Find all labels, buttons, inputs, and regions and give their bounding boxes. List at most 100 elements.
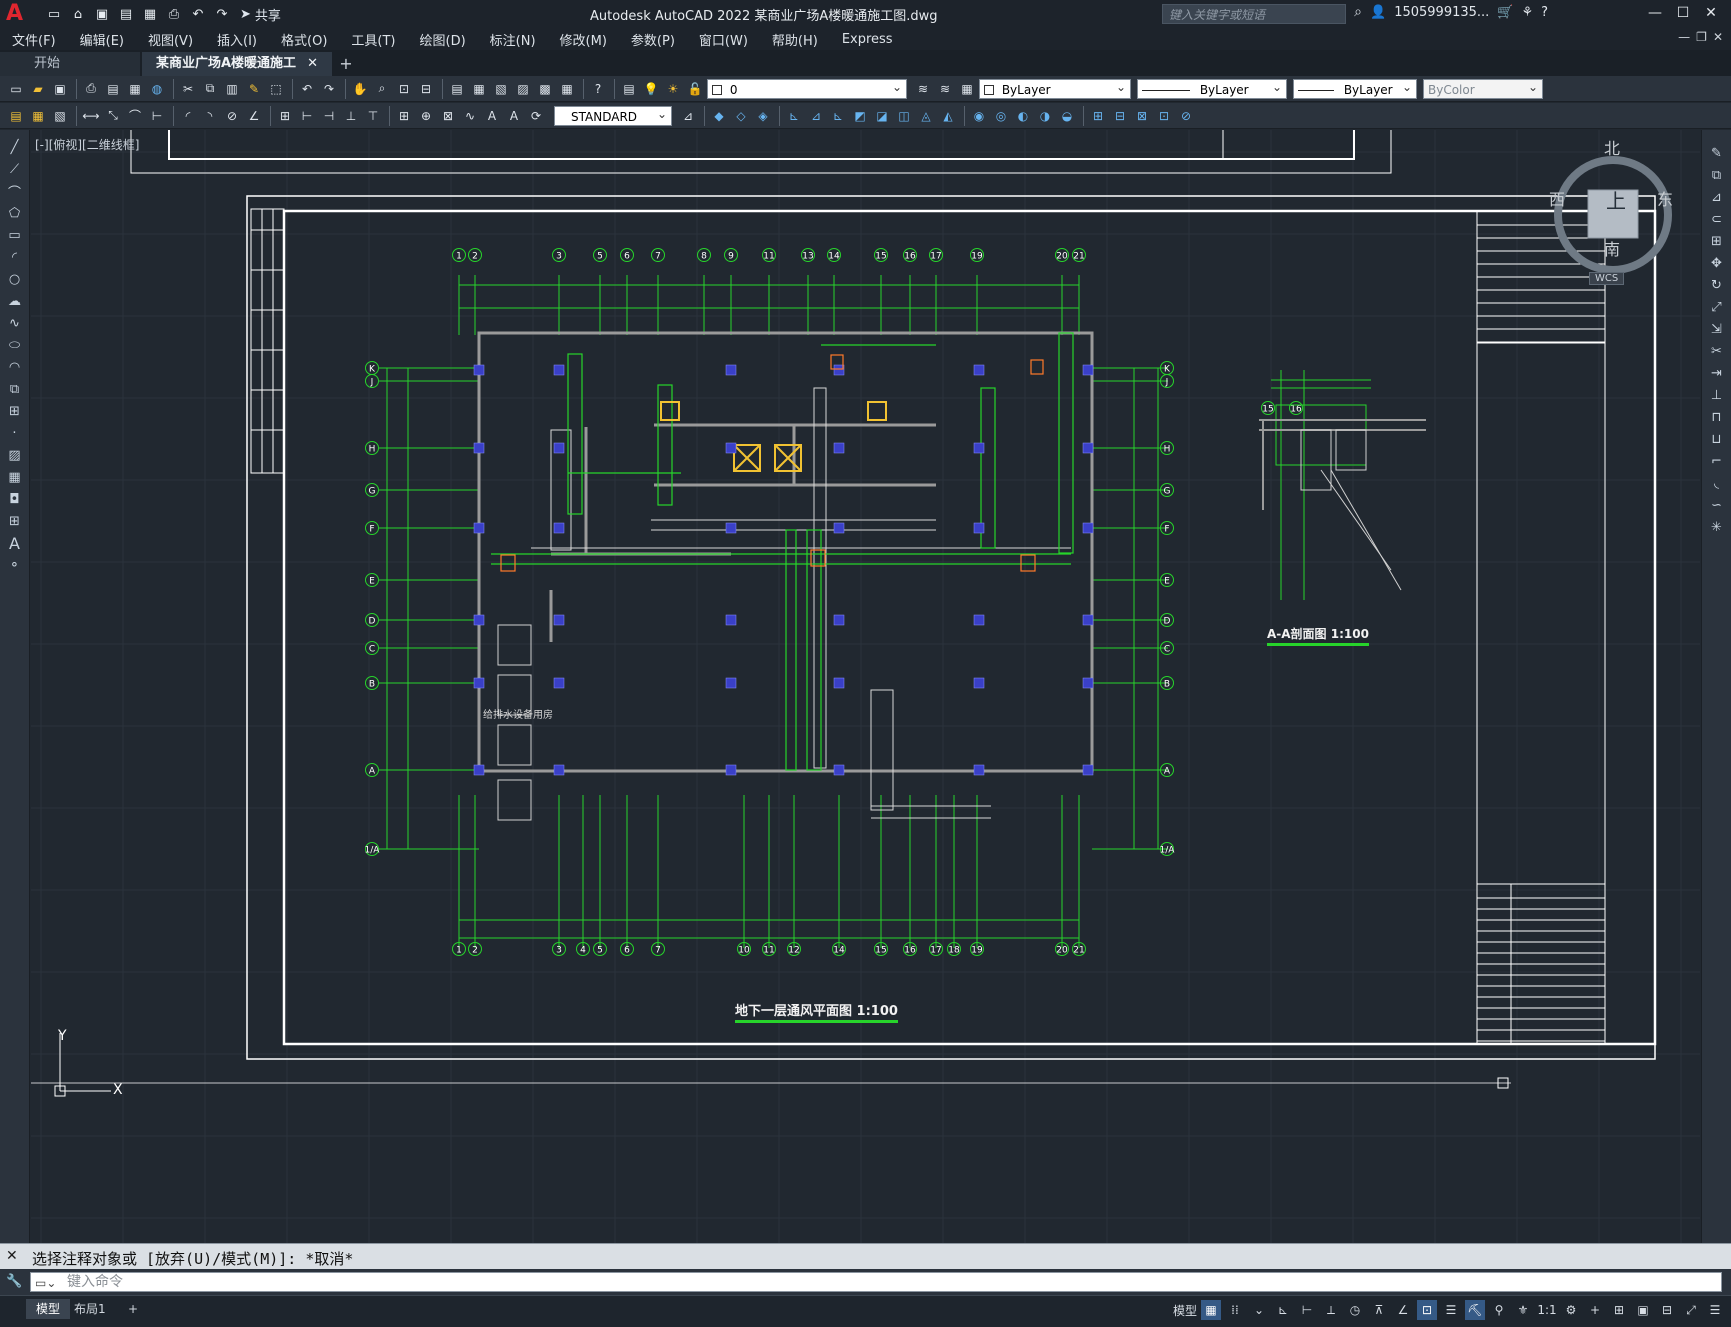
3dorbit-icon[interactable]: ◆ <box>709 106 729 126</box>
menu-help[interactable]: 帮助(H) <box>772 30 818 49</box>
tab-drawing[interactable]: 某商业广场A楼暖通施工图* ✕ <box>142 52 332 95</box>
color-dropdown[interactable]: ByLayer <box>979 77 1131 99</box>
units-icon[interactable]: ⊞ <box>1609 1300 1629 1320</box>
hatch-icon[interactable]: ▨ <box>5 445 25 465</box>
layer-state-icon[interactable]: ▦ <box>957 79 977 99</box>
inspection-icon[interactable]: ⊠ <box>438 106 458 126</box>
menu-tools[interactable]: 工具(T) <box>351 30 395 49</box>
osnap-tracking-icon[interactable]: ∠ <box>1393 1300 1413 1320</box>
help-tool-icon[interactable]: ? <box>588 79 608 99</box>
zoom-previous-icon[interactable]: ⊟ <box>416 79 436 99</box>
copy-icon[interactable]: ⧉ <box>200 79 220 99</box>
layer-dropdown[interactable]: 0 <box>707 77 907 99</box>
tab-layout1[interactable]: 布局1 <box>64 1299 116 1319</box>
compass-east[interactable]: 东 <box>1657 186 1673 210</box>
ucs-origin-icon[interactable]: ◬ <box>916 106 936 126</box>
region-icon[interactable]: ◘ <box>5 489 25 509</box>
tolerance-icon[interactable]: ⊞ <box>394 106 414 126</box>
ucs-zaxis-icon[interactable]: ◭ <box>938 106 958 126</box>
menu-file[interactable]: 文件(F) <box>12 30 56 49</box>
help-icon[interactable]: ? <box>1541 5 1548 20</box>
3dview-icon[interactable]: ◇ <box>731 106 751 126</box>
tool-palettes-icon[interactable]: ▧ <box>491 79 511 99</box>
annotation-scale[interactable]: 1:1 <box>1537 1300 1557 1320</box>
revcloud-icon[interactable]: ☁ <box>5 291 25 311</box>
move-icon[interactable]: ✥ <box>1707 253 1727 273</box>
infer-constraints-icon[interactable]: ⊾ <box>1273 1300 1293 1320</box>
annotation-monitor-icon[interactable]: + <box>1585 1300 1605 1320</box>
qnew-icon[interactable]: ▭ <box>6 79 26 99</box>
menu-format[interactable]: 格式(O) <box>281 30 327 49</box>
undo-tool-icon[interactable]: ↶ <box>297 79 317 99</box>
continue-dim-icon[interactable]: ⊣ <box>319 106 339 126</box>
aligned-dim-icon[interactable]: ⤡ <box>103 106 123 126</box>
arc-icon[interactable]: ◜ <box>5 247 25 267</box>
quick-dim-icon[interactable]: ⊞ <box>275 106 295 126</box>
arc-length-icon[interactable]: ⌒ <box>125 106 145 126</box>
isolate-objects-icon[interactable]: ⊟ <box>1657 1300 1677 1320</box>
doc-minimize-icon[interactable]: — <box>1678 30 1690 44</box>
open-icon[interactable]: ⌂ <box>68 5 88 23</box>
linetype-dropdown[interactable]: ByLayer <box>1137 77 1287 99</box>
customization-icon[interactable]: ☰ <box>1705 1300 1725 1320</box>
rectangle-icon[interactable]: ▭ <box>5 225 25 245</box>
save-file-icon[interactable]: ▣ <box>50 79 70 99</box>
hyperlink-icon[interactable]: ⊘ <box>1176 106 1196 126</box>
3dbox-icon[interactable]: ◈ <box>753 106 773 126</box>
block-editor-icon[interactable]: ⬚ <box>266 79 286 99</box>
ortho-icon[interactable]: ⟂ <box>1321 1300 1341 1320</box>
command-input[interactable]: ▭⌄ 键入命令 <box>30 1272 1722 1292</box>
insert-block-icon[interactable]: ⊞ <box>1088 106 1108 126</box>
ellipse-arc-icon[interactable]: ◠ <box>5 357 25 377</box>
layer-lock-icon[interactable]: 🔓 <box>685 79 705 99</box>
polyline-icon[interactable]: ⌒ <box>5 181 25 201</box>
extend-icon[interactable]: ⇥ <box>1707 363 1727 383</box>
menu-window[interactable]: 窗口(W) <box>699 30 748 49</box>
stretch-icon[interactable]: ⇲ <box>1707 319 1727 339</box>
transparency-icon[interactable]: ⛏ <box>1465 1300 1485 1320</box>
menu-parametric[interactable]: 参数(P) <box>631 30 675 49</box>
angular-dim-icon[interactable]: ∠ <box>244 106 264 126</box>
layer-on-icon[interactable]: 💡 <box>641 79 661 99</box>
share-button[interactable]: ➤ 共享 <box>240 5 281 24</box>
dim-space-icon[interactable]: ⊥ <box>341 106 361 126</box>
menu-dimension[interactable]: 标注(N) <box>490 30 536 49</box>
table-icon[interactable]: ⊞ <box>5 511 25 531</box>
construction-line-icon[interactable]: ⟋ <box>5 159 25 179</box>
chamfer-icon[interactable]: ⌐ <box>1707 451 1727 471</box>
new-icon[interactable]: ▭ <box>44 5 64 23</box>
ole-icon[interactable]: ⊡ <box>1154 106 1174 126</box>
markup-icon[interactable]: ▩ <box>535 79 555 99</box>
zoom-realtime-icon[interactable]: ⌕ <box>372 79 392 99</box>
menu-view[interactable]: 视图(V) <box>148 30 193 49</box>
compass-south[interactable]: 南 <box>1604 236 1620 260</box>
compass-west[interactable]: 西 <box>1549 186 1565 210</box>
redo-tool-icon[interactable]: ↷ <box>319 79 339 99</box>
doc-close-icon[interactable]: ✕ <box>1713 30 1723 44</box>
radius-dim-icon[interactable]: ◜ <box>178 106 198 126</box>
autocad-logo-icon[interactable]: A <box>6 2 30 26</box>
preview-icon[interactable]: ▤ <box>103 79 123 99</box>
trim-icon[interactable]: ✂ <box>1707 341 1727 361</box>
plot-icon[interactable]: ▦ <box>140 5 160 23</box>
maximize-icon[interactable]: ☐ <box>1669 2 1697 24</box>
grid-icon[interactable]: ▦ <box>1201 1300 1221 1320</box>
menu-edit[interactable]: 编辑(E) <box>80 30 124 49</box>
wcs-menu[interactable]: WCS <box>1589 272 1625 285</box>
add-selected-icon[interactable]: ⚬ <box>5 555 25 575</box>
center-mark-icon[interactable]: ⊕ <box>416 106 436 126</box>
image-attach-icon[interactable]: ⊠ <box>1132 106 1152 126</box>
menu-express[interactable]: Express <box>842 32 893 47</box>
pan-icon[interactable]: ✋ <box>350 79 370 99</box>
search-input[interactable]: 键入关键字或短语 <box>1162 4 1346 24</box>
ucs-object-icon[interactable]: ◪ <box>872 106 892 126</box>
ordinate-dim-icon[interactable]: ⊢ <box>147 106 167 126</box>
command-prompt-icon[interactable]: ▭⌄ <box>35 1274 56 1292</box>
menu-draw[interactable]: 绘图(D) <box>420 30 466 49</box>
fillet-icon[interactable]: ◟ <box>1707 473 1727 493</box>
scale-icon[interactable]: ⤢ <box>1707 297 1727 317</box>
blend-icon[interactable]: ∽ <box>1707 495 1727 515</box>
visual-style-icon[interactable]: ◉ <box>969 106 989 126</box>
snap-icon[interactable]: ⁞⁞ <box>1225 1300 1245 1320</box>
circle-icon[interactable]: ○ <box>5 269 25 289</box>
